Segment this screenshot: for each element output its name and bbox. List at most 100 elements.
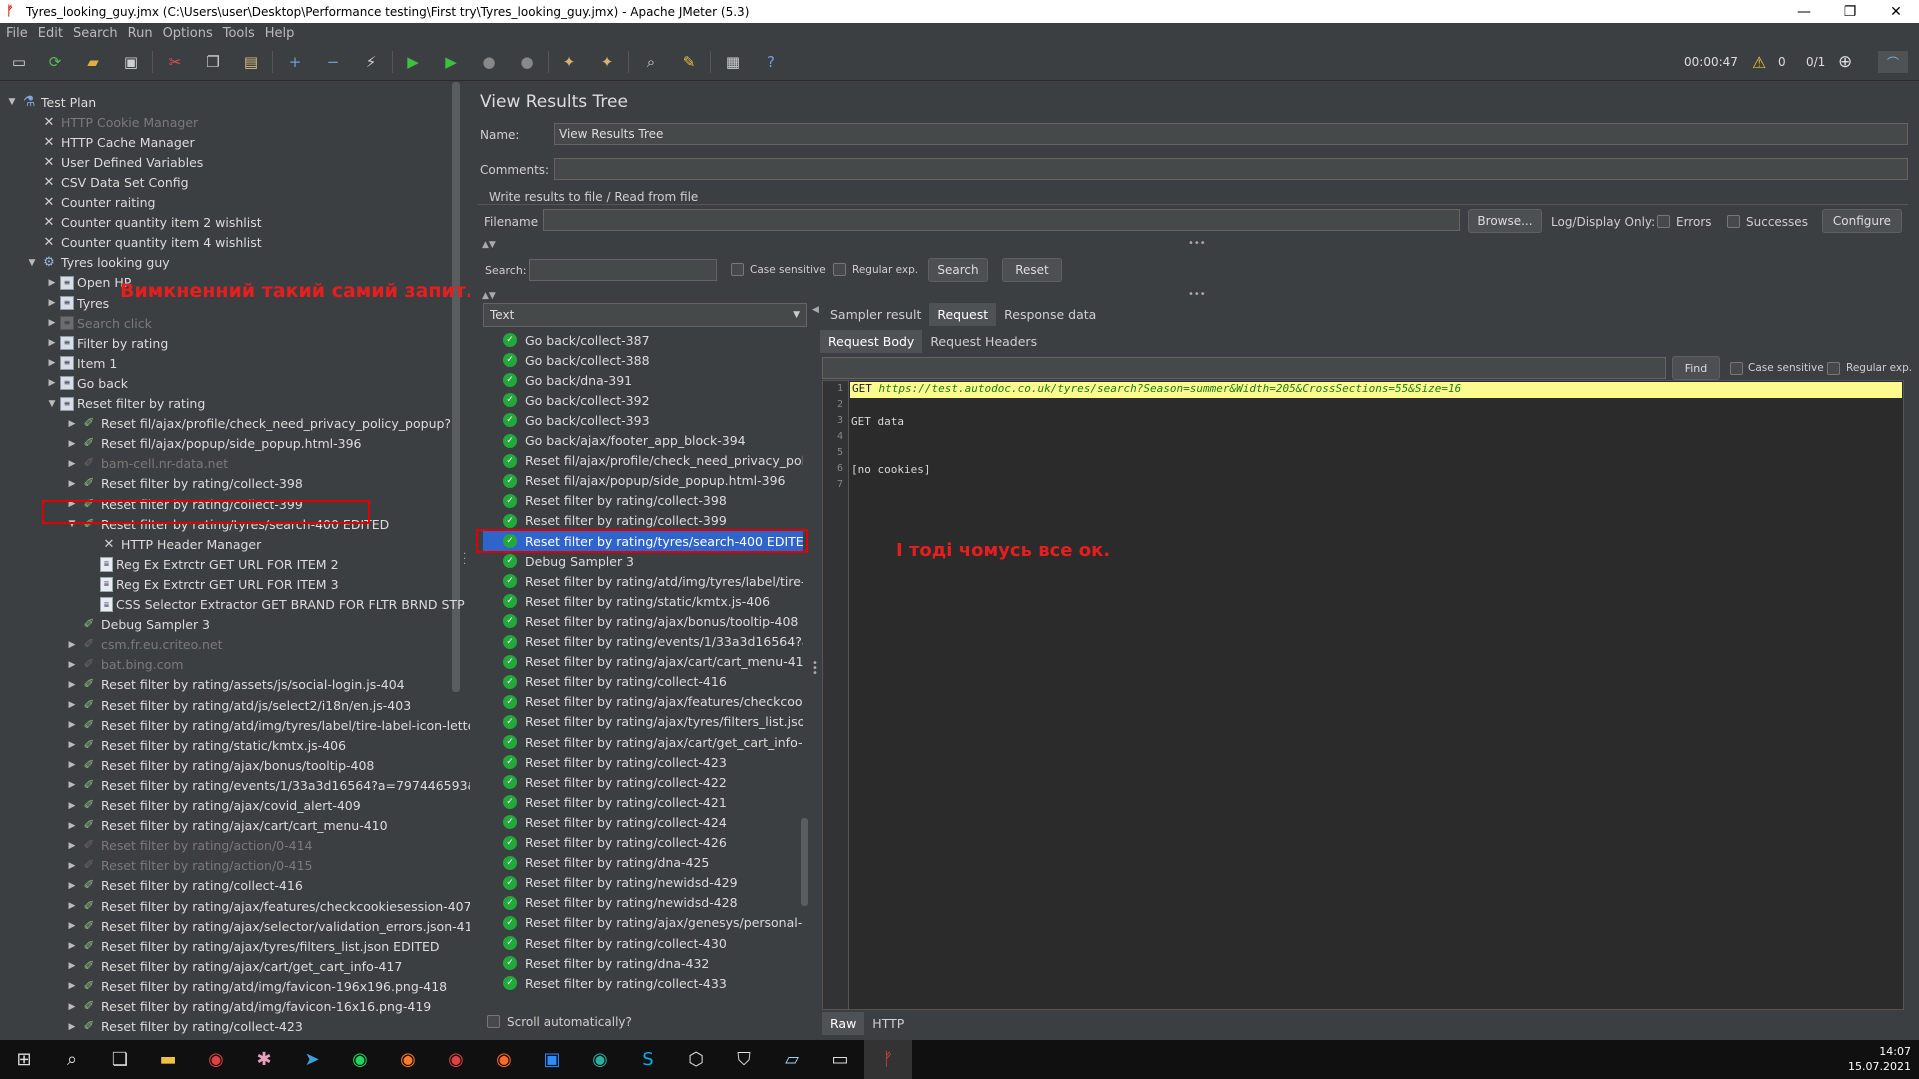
tree-item[interactable]: ≣ Reg Ex Extrctr GET URL FOR ITEM 3 bbox=[86, 574, 339, 594]
collapsed-arrow-icon[interactable]: ▶ bbox=[66, 981, 78, 991]
tree-item[interactable]: ▶ ✐ Reset fil/ajax/profile/check_need_priv… bbox=[66, 414, 452, 434]
tab-request-body[interactable]: Request Body bbox=[820, 330, 923, 353]
tree-item[interactable]: ✕ Counter raiting bbox=[26, 193, 156, 213]
zoom-icon[interactable]: ▣ bbox=[528, 1040, 576, 1079]
result-item[interactable]: ✓ Reset filter by rating/collect-426 bbox=[483, 833, 803, 853]
name-field[interactable]: View Results Tree bbox=[554, 123, 1908, 145]
result-item[interactable]: ✓ Reset filter by rating/ajax/features/ch… bbox=[483, 692, 803, 712]
start-icon[interactable]: ▶ bbox=[402, 51, 424, 73]
reset-button[interactable]: Reset bbox=[1002, 258, 1062, 282]
tree-item[interactable]: ▶ ✐ Reset filter by rating/assets/js/socia… bbox=[66, 675, 405, 695]
result-item[interactable]: ✓ Reset filter by rating/ajax/cart/cart_m… bbox=[483, 652, 803, 672]
collapsed-arrow-icon[interactable]: ▶ bbox=[66, 439, 78, 449]
result-item[interactable]: ✓ Reset filter by rating/atd/img/tyres/la… bbox=[483, 571, 803, 591]
result-item[interactable]: ✓ Reset filter by rating/ajax/genesys/per… bbox=[483, 913, 803, 933]
collapsed-arrow-icon[interactable]: ▶ bbox=[66, 921, 78, 931]
tree-item[interactable]: ▶ ✐ Reset filter by rating/collect-423 bbox=[66, 1017, 303, 1037]
browse-button[interactable]: Browse... bbox=[1468, 209, 1542, 233]
tree-item[interactable]: ▶ ✐ Reset filter by rating/ajax/bonus/tool… bbox=[66, 755, 375, 775]
find-case-sensitive-checkbox[interactable] bbox=[1730, 362, 1743, 375]
tree-item[interactable]: ✕ HTTP Cookie Manager bbox=[26, 112, 199, 132]
tree-item[interactable]: ▶ ✐ Reset filter by rating/atd/img/favicon… bbox=[66, 976, 448, 996]
result-item[interactable]: ✓ Go back/ajax/footer_app_block-394 bbox=[483, 431, 803, 451]
stop-icon[interactable]: ● bbox=[478, 51, 500, 73]
collapsed-arrow-icon[interactable]: ▶ bbox=[66, 961, 78, 971]
result-item[interactable]: ✓ Reset filter by rating/collect-399 bbox=[483, 511, 803, 531]
tree-item[interactable]: ✕ CSV Data Set Config bbox=[26, 172, 189, 192]
configure-button[interactable]: Configure bbox=[1822, 209, 1902, 233]
collapsed-arrow-icon[interactable]: ▶ bbox=[46, 358, 58, 368]
menu-tools[interactable]: Tools bbox=[219, 26, 259, 41]
vertical-split-handle[interactable]: • • • bbox=[812, 659, 818, 679]
tree-item[interactable]: ▶ ≡ Search click bbox=[46, 313, 152, 333]
notes-icon[interactable]: ▱ bbox=[768, 1040, 816, 1079]
result-item[interactable]: ✓ Reset filter by rating/ajax/cart/get_ca… bbox=[483, 732, 803, 752]
expanded-arrow-icon[interactable]: ▼ bbox=[46, 399, 58, 409]
tree-item[interactable]: ▶ ✐ bam-cell.nr-data.net bbox=[66, 454, 229, 474]
tree-item[interactable]: ≣ CSS Selector Extractor GET BRAND FOR FL… bbox=[86, 595, 465, 615]
expand-all-icon[interactable]: + bbox=[284, 51, 306, 73]
copy-icon[interactable]: ❐ bbox=[202, 51, 224, 73]
divider-dots-icon[interactable]: ••• bbox=[1188, 238, 1206, 249]
tab-http[interactable]: HTTP bbox=[864, 1012, 912, 1035]
tree-item[interactable]: ▶ ✐ Reset filter by rating/collect-398 bbox=[66, 474, 303, 494]
find-regular-exp-checkbox[interactable] bbox=[1827, 362, 1840, 375]
successes-checkbox[interactable] bbox=[1727, 215, 1740, 228]
tree-item[interactable]: ▼ ⚗ Test Plan bbox=[6, 92, 97, 112]
collapsed-arrow-icon[interactable]: ▶ bbox=[66, 881, 78, 891]
tree-item[interactable]: ▶ ✐ Reset filter by rating/ajax/features/c… bbox=[66, 896, 472, 916]
collapsed-arrow-icon[interactable]: ▶ bbox=[46, 278, 58, 288]
skype-icon[interactable]: S bbox=[624, 1040, 672, 1079]
telegram-icon[interactable]: ➤ bbox=[288, 1040, 336, 1079]
result-item[interactable]: ✓ Go back/dna-391 bbox=[483, 370, 803, 390]
save-icon[interactable]: ▣ bbox=[120, 51, 142, 73]
virtualbox-icon[interactable]: ⬡ bbox=[672, 1040, 720, 1079]
tree-item[interactable]: ▶ ✐ Reset fil/ajax/popup/side_popup.html-3… bbox=[66, 434, 362, 454]
search-binoculars-icon[interactable]: ⌕ bbox=[640, 51, 662, 73]
tab-request[interactable]: Request bbox=[929, 303, 997, 326]
result-item[interactable]: ✓ Reset fil/ajax/profile/check_need_priva… bbox=[483, 451, 803, 471]
results-scrollbar[interactable] bbox=[801, 818, 808, 906]
tree-item[interactable]: ✕ Counter quantity item 2 wishlist bbox=[26, 213, 262, 233]
tree-item[interactable]: ▶ ✐ Reset filter by rating/atd/img/favicon… bbox=[66, 997, 432, 1017]
collapsed-arrow-icon[interactable]: ▶ bbox=[66, 419, 78, 429]
tree-item[interactable]: ✕ Counter quantity item 4 wishlist bbox=[26, 233, 262, 253]
tab-sampler-result[interactable]: Sampler result bbox=[822, 303, 929, 326]
tree-item[interactable]: ▶ ≡ Item 1 bbox=[46, 353, 118, 373]
collapsed-arrow-icon[interactable]: ▶ bbox=[66, 1002, 78, 1012]
tree-item[interactable]: ▶ ✐ Reset filter by rating/ajax/cart/cart_… bbox=[66, 816, 388, 836]
tree-item[interactable]: ▶ ✐ Reset filter by rating/ajax/selector/v… bbox=[66, 916, 481, 936]
tree-item[interactable]: ✕ HTTP Header Manager bbox=[86, 534, 262, 554]
result-item[interactable]: ✓ Debug Sampler 3 bbox=[483, 551, 803, 571]
filename-field[interactable] bbox=[543, 209, 1460, 231]
chrome-icon[interactable]: ◉ bbox=[192, 1040, 240, 1079]
tree-item[interactable]: ▶ ✐ Reset filter by rating/atd/img/tyres/l… bbox=[66, 715, 516, 735]
warning-icon[interactable]: ⚠ bbox=[1752, 51, 1766, 73]
jmeter-taskbar-icon[interactable]: ᚠ bbox=[864, 1040, 912, 1079]
tree-item[interactable]: ▶ ✐ Reset filter by rating/atd/js/select2/… bbox=[66, 695, 412, 715]
result-item[interactable]: ✓ Reset filter by rating/dna-432 bbox=[483, 953, 803, 973]
expanded-arrow-icon[interactable]: ▼ bbox=[6, 97, 18, 107]
remote-globe-icon[interactable]: ⊕ bbox=[1838, 51, 1852, 73]
result-item[interactable]: ✓ Reset filter by rating/collect-423 bbox=[483, 752, 803, 772]
open-icon[interactable]: ▰ bbox=[82, 51, 104, 73]
result-item[interactable]: ✓ Reset filter by rating/collect-416 bbox=[483, 672, 803, 692]
menu-options[interactable]: Options bbox=[159, 26, 217, 41]
chrome-profile-icon[interactable]: ◉ bbox=[432, 1040, 480, 1079]
collapsed-arrow-icon[interactable]: ▶ bbox=[66, 700, 78, 710]
result-item[interactable]: ✓ Reset filter by rating/newidsd-428 bbox=[483, 893, 803, 913]
tree-item[interactable]: ▶ ≡ Tyres bbox=[46, 293, 110, 313]
menu-run[interactable]: Run bbox=[124, 26, 157, 41]
comments-field[interactable] bbox=[554, 158, 1908, 180]
tree-item[interactable]: ▶ ✐ Reset filter by rating/ajax/tyres/filt… bbox=[66, 936, 440, 956]
scroll-automatically-checkbox[interactable] bbox=[487, 1015, 500, 1028]
shutdown-icon[interactable]: ● bbox=[516, 51, 538, 73]
collapsed-arrow-icon[interactable]: ▶ bbox=[46, 378, 58, 388]
split-handle[interactable]: · · · bbox=[463, 550, 467, 570]
collapse-all-icon[interactable]: − bbox=[322, 51, 344, 73]
terminal-icon[interactable]: ▭ bbox=[816, 1040, 864, 1079]
collapsed-arrow-icon[interactable]: ▶ bbox=[46, 318, 58, 328]
tree-item[interactable]: ▶ ✐ Reset filter by rating/collect-416 bbox=[66, 876, 303, 896]
result-item[interactable]: ✓ Reset filter by rating/events/1/33a3d16… bbox=[483, 632, 803, 652]
close-button[interactable]: ✕ bbox=[1873, 0, 1919, 23]
